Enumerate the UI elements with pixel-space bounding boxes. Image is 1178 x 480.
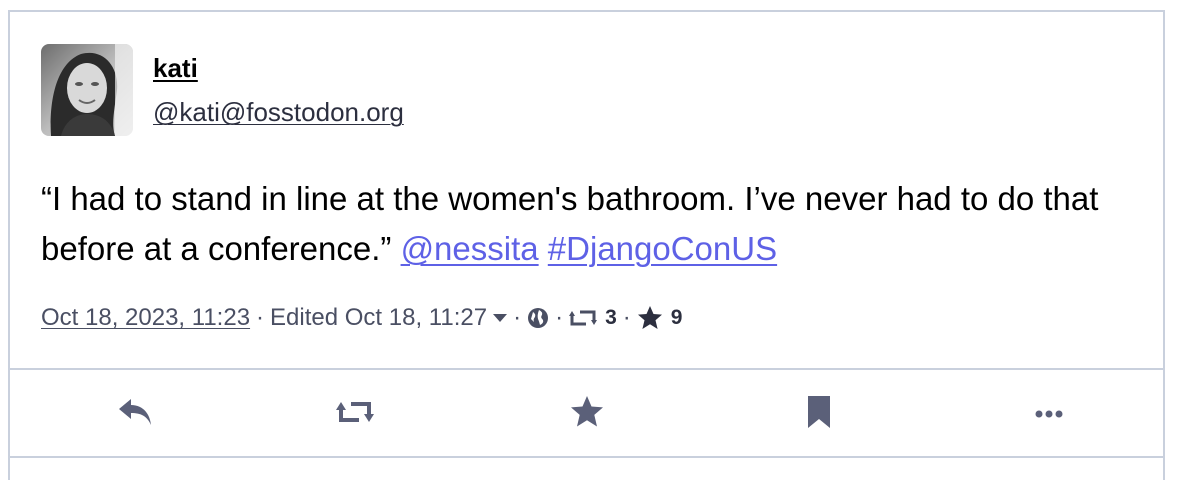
boost-icon <box>336 399 374 430</box>
favourite-count: 9 <box>670 306 683 329</box>
favourite-icon <box>570 395 604 433</box>
favourites-link[interactable]: 9 <box>637 306 683 330</box>
divider <box>10 456 1163 458</box>
meta-separator: · <box>513 304 522 331</box>
star-icon <box>637 306 663 330</box>
boosts-link[interactable]: 3 <box>569 306 617 330</box>
retweet-icon <box>569 308 598 328</box>
edited-label: Edited Oct 18, 11:27 <box>270 304 488 331</box>
bookmark-button[interactable] <box>799 394 839 434</box>
meta-separator: · <box>256 304 265 331</box>
post-content: “I had to stand in line at the women's b… <box>41 174 1141 274</box>
boost-count: 3 <box>605 306 617 329</box>
favourite-button[interactable] <box>567 394 607 434</box>
globe-icon[interactable] <box>527 307 549 329</box>
edited-dropdown[interactable]: Edited Oct 18, 11:27 <box>270 304 508 332</box>
post-date-link[interactable]: Oct 18, 2023, 11:23 <box>41 304 250 332</box>
reply-button[interactable] <box>115 394 155 434</box>
account-handle[interactable]: @kati@fosstodon.org <box>153 97 404 128</box>
action-bar <box>10 370 1163 454</box>
caret-down-icon <box>493 313 508 323</box>
more-icon <box>1035 405 1063 423</box>
bookmark-icon <box>806 395 832 433</box>
avatar-photo-icon <box>41 44 133 136</box>
display-name[interactable]: kati <box>153 53 198 84</box>
reply-icon <box>117 397 153 432</box>
post-meta: Oct 18, 2023, 11:23 · Edited Oct 18, 11:… <box>41 303 682 333</box>
meta-separator: · <box>622 304 631 331</box>
meta-separator: · <box>555 304 564 331</box>
more-button[interactable] <box>1029 394 1069 434</box>
boost-button[interactable] <box>335 394 375 434</box>
avatar[interactable] <box>41 44 133 136</box>
mention-link[interactable]: @nessita <box>401 230 539 267</box>
hashtag-link[interactable]: #DjangoConUS <box>548 230 777 267</box>
